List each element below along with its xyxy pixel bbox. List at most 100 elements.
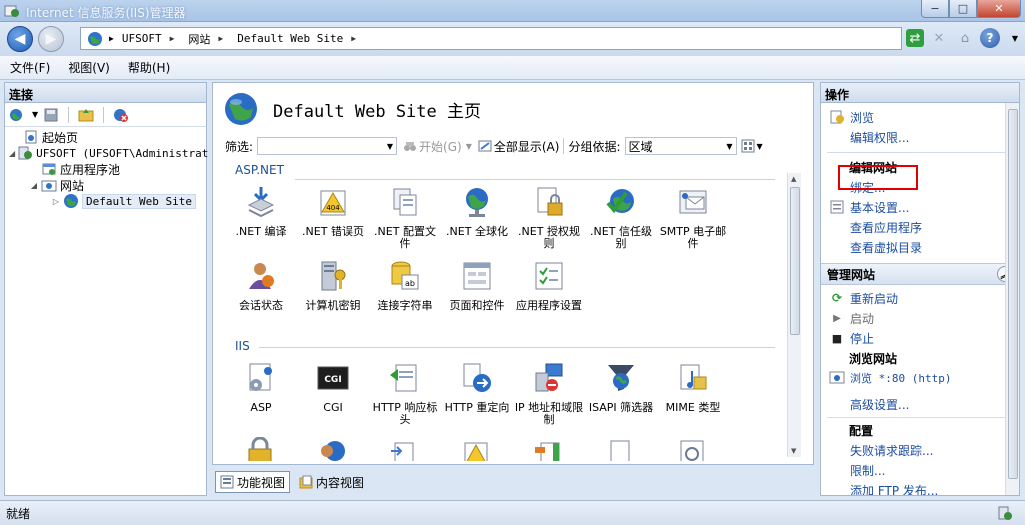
manage-site-heading[interactable]: 管理网站 ︽ [821,263,1019,285]
action-view-virtual-dirs[interactable]: 查看虚拟目录 [821,237,1019,257]
stop-icon[interactable]: ✕ [928,27,950,49]
feature-mime-types[interactable]: MIME 类型 [657,361,729,414]
feature-net-profile[interactable]: .NET 配置文件 [369,185,441,250]
show-all-button[interactable]: 全部显示(A) [478,138,559,155]
action-limits[interactable]: 限制... [821,460,1019,480]
warning-404-icon: 404 [320,190,346,216]
app-settings-icon [535,262,563,290]
show-all-icon [478,140,492,152]
tree-sites[interactable]: ◢ 网站 [5,177,206,193]
minimize-button[interactable]: − [921,0,949,18]
scroll-down-icon[interactable]: ▼ [791,447,796,455]
groupby-select[interactable]: 区域 ▼ [624,137,737,155]
filter-input[interactable]: ▼ [257,137,398,155]
feature-asp[interactable]: ASP [225,361,297,414]
feature-cgi[interactable]: CGI CGI [297,361,369,414]
address-bar[interactable]: ▶ UFSOFT ▶ 网站 ▶ Default Web Site ▶ [80,27,902,50]
window-title: Internet 信息服务(IIS)管理器 [26,6,186,20]
modules-icon [535,442,560,461]
tree-start-page[interactable]: 起始页 [5,129,206,145]
feature-net-authorization[interactable]: .NET 授权规则 [513,185,585,250]
feature-isapi-filters[interactable]: ISAPI 筛选器 [585,361,657,414]
feature-http-response-headers[interactable]: HTTP 响应标头 [369,361,441,426]
tab-content-view[interactable]: 内容视图 [294,471,369,493]
tree-app-pools[interactable]: 应用程序池 [5,161,206,177]
feature-net-globalization[interactable]: .NET 全球化 [441,185,513,238]
action-restart[interactable]: ⟳ 重新启动 [821,288,1019,308]
feature-app-settings[interactable]: 应用程序设置 [513,259,585,312]
feature-ip-domain-restrictions[interactable]: IP 地址和域限制 [513,361,585,426]
help-icon[interactable]: ? [980,28,1000,48]
action-edit-permissions[interactable]: 编辑权限... [821,127,1019,147]
maximize-button[interactable]: □ [949,0,977,18]
back-button[interactable]: ◀ [7,26,33,52]
scroll-thumb[interactable] [1008,109,1018,479]
action-view-applications[interactable]: 查看应用程序 [821,217,1019,237]
compress-icon [391,442,414,461]
scroll-thumb[interactable] [790,187,800,335]
menu-file[interactable]: 文件(F) [10,59,50,76]
section-divider [295,179,775,180]
breadcrumb-sites[interactable]: 网站 ▶ [188,31,229,47]
chevron-down-icon: ▼ [726,141,733,151]
db-string-icon: ab [391,261,419,290]
action-browse-port80[interactable]: 浏览 *:80 (http) [821,368,1019,388]
iis-app-icon [4,5,19,17]
action-browse[interactable]: 浏览 [821,107,1019,127]
check-globe-icon [606,189,634,214]
breadcrumb-ufsoft[interactable]: UFSOFT ▶ [122,32,181,45]
action-basic-settings[interactable]: 基本设置... [821,197,1019,217]
chevron-down-icon[interactable]: ▼ [32,110,38,119]
action-add-ftp-publishing[interactable]: 添加 FTP 发布... [821,480,1019,496]
close-button[interactable]: ✕ [977,0,1021,18]
tree-server[interactable]: ◢ UFSOFT (UFSOFT\Administrat [5,145,208,161]
svg-text:ab: ab [405,279,415,288]
status-text: 就绪 [6,506,31,521]
action-failed-request-tracing[interactable]: 失败请求跟踪... [821,440,1019,460]
address-row: ◀ ▶ ▶ UFSOFT ▶ 网站 ▶ Default Web Site ▶ ⇄ ✕ … [0,22,1025,56]
expand-arrow-icon[interactable]: ▷ [51,197,61,206]
breadcrumb-default-web-site[interactable]: Default Web Site ▶ [237,32,362,45]
filter-bar: 筛选: ▼ 开始(G) ▼ 全部显示(A) 分组依据: 区域 ▼ ▼ [225,135,795,157]
chevron-right-icon: ▶ [351,34,357,43]
feature-scrollbar[interactable]: ▲ ▼ [787,173,801,457]
collapse-arrow-icon[interactable]: ◢ [29,181,39,190]
svg-text:404: 404 [326,204,340,212]
folder-up-icon[interactable] [78,107,94,123]
action-stop[interactable]: ■ 停止 [821,328,1019,348]
feature-net-error-pages[interactable]: 404 .NET 错误页 [297,185,369,238]
tab-features-view[interactable]: 功能视图 [215,471,291,493]
action-start[interactable]: ▶ 启动 [821,308,1019,328]
connections-toolbar: ▼ [5,103,206,127]
save-icon[interactable] [43,107,59,123]
forward-button[interactable]: ▶ [38,26,64,52]
feature-session-state[interactable]: 会话状态 [225,259,297,312]
tree-default-web-site[interactable]: ▷ Default Web Site [5,193,206,209]
connect-globe-icon[interactable] [9,107,27,123]
http-header-icon [390,364,417,392]
feature-smtp-email[interactable]: SMTP 电子邮件 [657,185,729,250]
scroll-up-icon[interactable]: ▲ [791,175,796,183]
start-filter-button[interactable]: 开始(G) ▼ [403,138,472,155]
features-view-icon [220,475,234,489]
feature-net-trust-levels[interactable]: .NET 信任级别 [585,185,657,250]
collapse-arrow-icon[interactable]: ◢ [9,149,15,158]
refresh-icon[interactable]: ⇄ [906,29,924,47]
menu-view[interactable]: 视图(V) [68,59,110,76]
binoculars-icon [404,142,417,151]
feature-machine-key[interactable]: 计算机密钥 [297,259,369,312]
action-advanced-settings[interactable]: 高级设置... [821,394,1019,414]
chevron-down-icon[interactable]: ▼ [1004,27,1025,49]
feature-net-compile[interactable]: .NET 编译 [225,185,297,238]
menu-help[interactable]: 帮助(H) [128,59,170,76]
disconnect-icon[interactable] [113,107,129,123]
feature-http-redirect[interactable]: HTTP 重定向 [441,361,513,414]
feature-connection-strings[interactable]: ab 连接字符串 [369,259,441,312]
actions-scrollbar[interactable] [1005,103,1019,495]
home-icon[interactable]: ⌂ [954,27,976,49]
view-mode-button[interactable]: ▼ [741,139,763,153]
users-globe-icon [321,441,345,461]
feature-pages-controls[interactable]: 页面和控件 [441,259,513,312]
chevron-down-icon: ▼ [465,141,472,151]
browse-icon [829,109,845,125]
